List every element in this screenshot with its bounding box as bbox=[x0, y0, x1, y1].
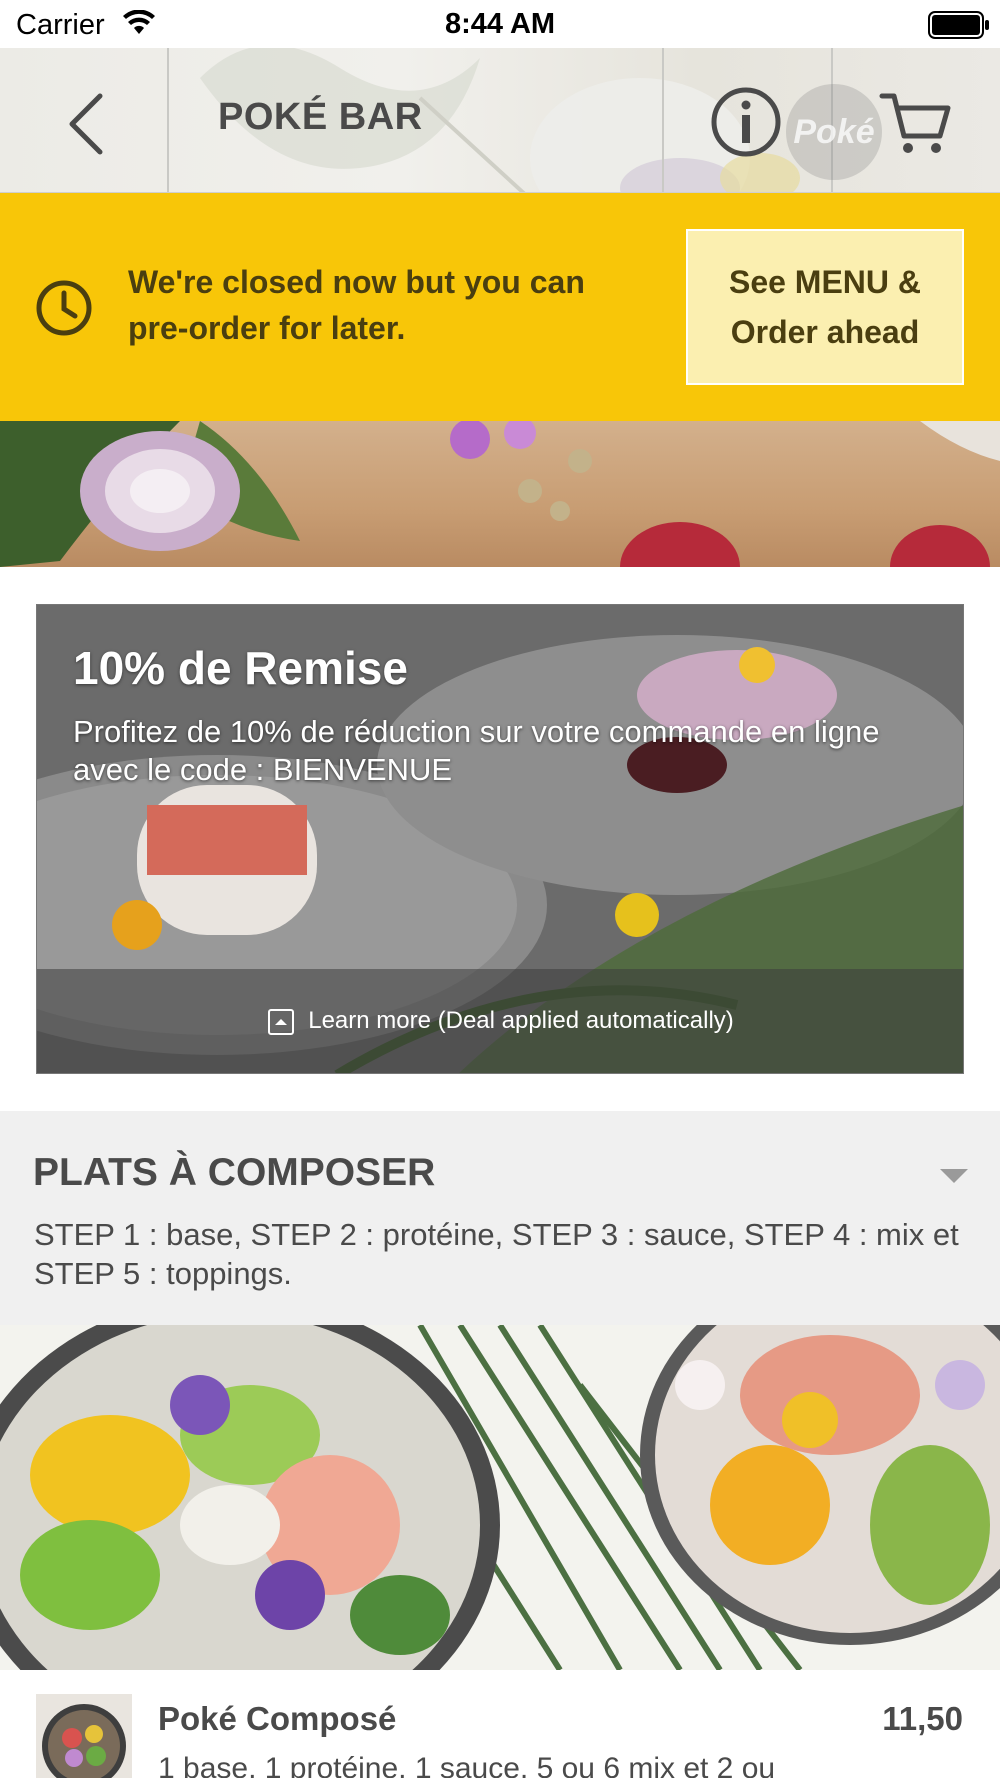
learn-more-link[interactable]: Learn more (Deal applied automatically) bbox=[37, 1007, 963, 1035]
category-section[interactable]: PLATS À COMPOSER STEP 1 : base, STEP 2 :… bbox=[0, 1111, 1000, 1325]
expand-up-icon bbox=[268, 1008, 295, 1035]
app-screen: Carrier 8:44 AM POKÉ BAR Poké We're clos… bbox=[0, 0, 1000, 1778]
deal-card[interactable]: 10% de Remise Profitez de 10% de réducti… bbox=[36, 604, 964, 1074]
category-title: PLATS À COMPOSER bbox=[33, 1151, 436, 1194]
category-image bbox=[0, 1325, 1000, 1670]
item-thumbnail bbox=[36, 1694, 132, 1778]
logo-text: Poké bbox=[793, 112, 875, 151]
flower-image bbox=[80, 431, 240, 551]
page-title: POKÉ BAR bbox=[218, 96, 423, 138]
restaurant-logo: Poké bbox=[786, 84, 882, 180]
item-name: Poké Composé bbox=[158, 1700, 397, 1737]
deal-description: Profitez de 10% de réduction sur votre c… bbox=[73, 714, 880, 787]
item-description: 1 base, 1 protéine, 1 sauce, 5 ou 6 mix … bbox=[158, 1752, 776, 1778]
closed-notice-banner: We're closed now but you can pre-order f… bbox=[0, 193, 1000, 421]
navigation-bar: POKÉ BAR Poké bbox=[0, 48, 1000, 193]
item-price: 11,50 bbox=[882, 1700, 963, 1737]
cart-icon[interactable] bbox=[878, 86, 954, 162]
button-label-line1: See MENU & bbox=[728, 264, 922, 300]
info-icon[interactable] bbox=[708, 84, 784, 160]
status-bar: Carrier 8:44 AM bbox=[0, 0, 1000, 48]
nav-divider bbox=[662, 48, 664, 192]
see-menu-order-ahead-button[interactable]: See MENU & Order ahead bbox=[686, 229, 964, 385]
button-label-line2: Order ahead bbox=[730, 314, 920, 350]
category-description: STEP 1 : base, STEP 2 : protéine, STEP 3… bbox=[34, 1217, 959, 1291]
deal-footer: Learn more (Deal applied automatically) bbox=[37, 969, 963, 1073]
battery-icon bbox=[928, 11, 989, 39]
clock-icon bbox=[36, 280, 92, 336]
menu-item-row[interactable]: Poké Composé 11,50 1 base, 1 protéine, 1… bbox=[0, 1670, 1000, 1778]
restaurant-hero-image bbox=[0, 421, 1000, 567]
caret-down-icon[interactable] bbox=[940, 1169, 968, 1185]
deal-title: 10% de Remise bbox=[73, 642, 408, 694]
back-chevron-icon[interactable] bbox=[60, 88, 120, 158]
clock-time: 8:44 AM bbox=[444, 8, 556, 40]
closed-message: We're closed now but you can pre-order f… bbox=[128, 264, 585, 346]
nav-divider bbox=[167, 48, 169, 192]
learn-more-label: Learn more (Deal applied automatically) bbox=[308, 1007, 734, 1034]
